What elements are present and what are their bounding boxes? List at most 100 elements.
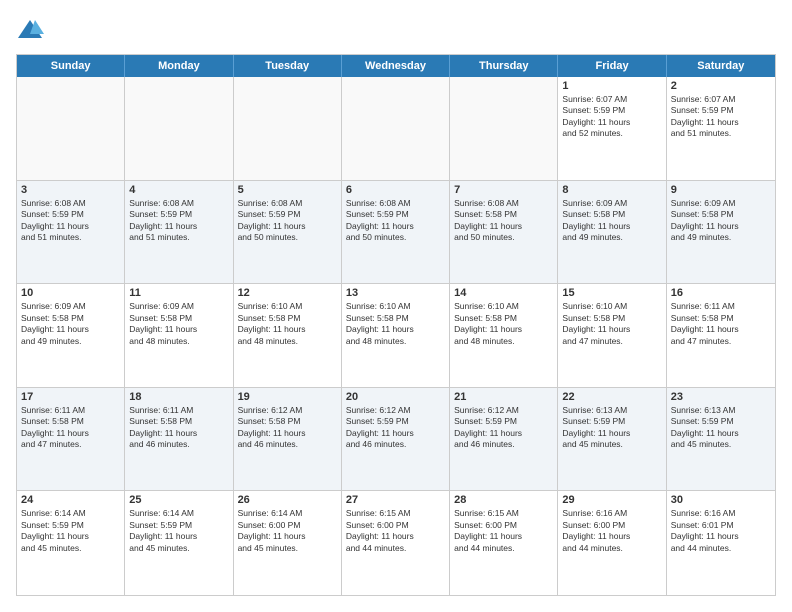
cell-info: Sunrise: 6:09 AMSunset: 5:58 PMDaylight:… bbox=[129, 301, 228, 347]
cell-info: Sunrise: 6:08 AMSunset: 5:58 PMDaylight:… bbox=[454, 198, 553, 244]
cell-date: 15 bbox=[562, 287, 661, 299]
calendar-cell: 6 Sunrise: 6:08 AMSunset: 5:59 PMDaylight… bbox=[342, 181, 450, 284]
cell-date: 26 bbox=[238, 494, 337, 506]
cell-date: 9 bbox=[671, 184, 771, 196]
cell-date: 17 bbox=[21, 391, 120, 403]
calendar-cell: 10 Sunrise: 6:09 AMSunset: 5:58 PMDayligh… bbox=[17, 284, 125, 387]
calendar-cell: 2Sunrise: 6:07 AMSunset: 5:59 PMDaylight… bbox=[667, 77, 775, 180]
cell-info: Sunrise: 6:16 AMSunset: 6:00 PMDaylight:… bbox=[562, 508, 661, 554]
cell-info: Sunrise: 6:09 AMSunset: 5:58 PMDaylight:… bbox=[562, 198, 661, 244]
day-header-tuesday: Tuesday bbox=[234, 55, 342, 77]
calendar-row: 24Sunrise: 6:14 AMSunset: 5:59 PMDayligh… bbox=[17, 491, 775, 595]
calendar-cell: 23Sunrise: 6:13 AMSunset: 5:59 PMDayligh… bbox=[667, 388, 775, 491]
cell-date: 2 bbox=[671, 80, 771, 92]
calendar-cell: 5 Sunrise: 6:08 AMSunset: 5:59 PMDaylight… bbox=[234, 181, 342, 284]
cell-info: Sunrise: 6:15 AMSunset: 6:00 PMDaylight:… bbox=[346, 508, 445, 554]
calendar-cell bbox=[450, 77, 558, 180]
calendar-body: 1 Sunrise: 6:07 AMSunset: 5:59 PMDaylight… bbox=[17, 77, 775, 595]
cell-date: 28 bbox=[454, 494, 553, 506]
cell-date: 16 bbox=[671, 287, 771, 299]
cell-date: 3 bbox=[21, 184, 120, 196]
cell-info: Sunrise: 6:08 AMSunset: 5:59 PMDaylight:… bbox=[129, 198, 228, 244]
logo-icon bbox=[16, 16, 44, 44]
calendar-row: 17 Sunrise: 6:11 AMSunset: 5:58 PMDayligh… bbox=[17, 388, 775, 492]
cell-info: Sunrise: 6:11 AMSunset: 5:58 PMDaylight:… bbox=[21, 405, 120, 451]
cell-date: 21 bbox=[454, 391, 553, 403]
calendar-cell: 28 Sunrise: 6:15 AMSunset: 6:00 PMDayligh… bbox=[450, 491, 558, 595]
calendar-cell: 1 Sunrise: 6:07 AMSunset: 5:59 PMDaylight… bbox=[558, 77, 666, 180]
calendar-cell: 9 Sunrise: 6:09 AMSunset: 5:58 PMDaylight… bbox=[667, 181, 775, 284]
cell-info: Sunrise: 6:10 AMSunset: 5:58 PMDaylight:… bbox=[454, 301, 553, 347]
cell-info: Sunrise: 6:10 AMSunset: 5:58 PMDaylight:… bbox=[238, 301, 337, 347]
cell-date: 5 bbox=[238, 184, 337, 196]
cell-info: Sunrise: 6:12 AMSunset: 5:59 PMDaylight:… bbox=[346, 405, 445, 451]
calendar-cell: 27 Sunrise: 6:15 AMSunset: 6:00 PMDayligh… bbox=[342, 491, 450, 595]
cell-info: Sunrise: 6:14 AMSunset: 5:59 PMDaylight:… bbox=[129, 508, 228, 554]
calendar-cell: 8 Sunrise: 6:09 AMSunset: 5:58 PMDaylight… bbox=[558, 181, 666, 284]
calendar-cell: 22 Sunrise: 6:13 AMSunset: 5:59 PMDayligh… bbox=[558, 388, 666, 491]
calendar-cell: 24Sunrise: 6:14 AMSunset: 5:59 PMDayligh… bbox=[17, 491, 125, 595]
calendar-row: 1 Sunrise: 6:07 AMSunset: 5:59 PMDaylight… bbox=[17, 77, 775, 181]
cell-date: 19 bbox=[238, 391, 337, 403]
calendar-cell bbox=[17, 77, 125, 180]
calendar-row: 10 Sunrise: 6:09 AMSunset: 5:58 PMDayligh… bbox=[17, 284, 775, 388]
cell-info: Sunrise: 6:09 AMSunset: 5:58 PMDaylight:… bbox=[21, 301, 120, 347]
day-header-friday: Friday bbox=[558, 55, 666, 77]
calendar-cell: 25 Sunrise: 6:14 AMSunset: 5:59 PMDayligh… bbox=[125, 491, 233, 595]
cell-info: Sunrise: 6:08 AMSunset: 5:59 PMDaylight:… bbox=[238, 198, 337, 244]
cell-date: 25 bbox=[129, 494, 228, 506]
cell-date: 27 bbox=[346, 494, 445, 506]
cell-date: 12 bbox=[238, 287, 337, 299]
calendar-cell bbox=[125, 77, 233, 180]
cell-date: 8 bbox=[562, 184, 661, 196]
calendar-cell: 18 Sunrise: 6:11 AMSunset: 5:58 PMDayligh… bbox=[125, 388, 233, 491]
cell-info: Sunrise: 6:12 AMSunset: 5:58 PMDaylight:… bbox=[238, 405, 337, 451]
calendar-cell: 29 Sunrise: 6:16 AMSunset: 6:00 PMDayligh… bbox=[558, 491, 666, 595]
calendar-row: 3 Sunrise: 6:08 AMSunset: 5:59 PMDaylight… bbox=[17, 181, 775, 285]
calendar-cell: 4 Sunrise: 6:08 AMSunset: 5:59 PMDaylight… bbox=[125, 181, 233, 284]
calendar-cell: 12 Sunrise: 6:10 AMSunset: 5:58 PMDayligh… bbox=[234, 284, 342, 387]
header bbox=[16, 16, 776, 44]
cell-date: 4 bbox=[129, 184, 228, 196]
cell-info: Sunrise: 6:11 AMSunset: 5:58 PMDaylight:… bbox=[671, 301, 771, 347]
calendar-header: SundayMondayTuesdayWednesdayThursdayFrid… bbox=[17, 55, 775, 77]
cell-date: 30 bbox=[671, 494, 771, 506]
cell-info: Sunrise: 6:08 AMSunset: 5:59 PMDaylight:… bbox=[346, 198, 445, 244]
day-header-thursday: Thursday bbox=[450, 55, 558, 77]
cell-info: Sunrise: 6:14 AMSunset: 5:59 PMDaylight:… bbox=[21, 508, 120, 554]
cell-info: Sunrise: 6:11 AMSunset: 5:58 PMDaylight:… bbox=[129, 405, 228, 451]
cell-info: Sunrise: 6:15 AMSunset: 6:00 PMDaylight:… bbox=[454, 508, 553, 554]
calendar-cell: 13Sunrise: 6:10 AMSunset: 5:58 PMDayligh… bbox=[342, 284, 450, 387]
cell-date: 20 bbox=[346, 391, 445, 403]
cell-info: Sunrise: 6:09 AMSunset: 5:58 PMDaylight:… bbox=[671, 198, 771, 244]
calendar-cell: 11 Sunrise: 6:09 AMSunset: 5:58 PMDayligh… bbox=[125, 284, 233, 387]
cell-date: 18 bbox=[129, 391, 228, 403]
cell-date: 1 bbox=[562, 80, 661, 92]
cell-date: 11 bbox=[129, 287, 228, 299]
cell-date: 7 bbox=[454, 184, 553, 196]
logo bbox=[16, 16, 48, 44]
cell-date: 29 bbox=[562, 494, 661, 506]
day-header-sunday: Sunday bbox=[17, 55, 125, 77]
cell-info: Sunrise: 6:12 AMSunset: 5:59 PMDaylight:… bbox=[454, 405, 553, 451]
cell-info: Sunrise: 6:10 AMSunset: 5:58 PMDaylight:… bbox=[562, 301, 661, 347]
calendar-cell bbox=[234, 77, 342, 180]
calendar-cell: 7 Sunrise: 6:08 AMSunset: 5:58 PMDaylight… bbox=[450, 181, 558, 284]
cell-date: 6 bbox=[346, 184, 445, 196]
calendar-cell: 21 Sunrise: 6:12 AMSunset: 5:59 PMDayligh… bbox=[450, 388, 558, 491]
day-header-wednesday: Wednesday bbox=[342, 55, 450, 77]
cell-date: 14 bbox=[454, 287, 553, 299]
page: SundayMondayTuesdayWednesdayThursdayFrid… bbox=[0, 0, 792, 612]
cell-info: Sunrise: 6:08 AMSunset: 5:59 PMDaylight:… bbox=[21, 198, 120, 244]
cell-info: Sunrise: 6:14 AMSunset: 6:00 PMDaylight:… bbox=[238, 508, 337, 554]
cell-info: Sunrise: 6:13 AMSunset: 5:59 PMDaylight:… bbox=[562, 405, 661, 451]
cell-date: 22 bbox=[562, 391, 661, 403]
day-header-monday: Monday bbox=[125, 55, 233, 77]
day-header-saturday: Saturday bbox=[667, 55, 775, 77]
calendar-cell: 16 Sunrise: 6:11 AMSunset: 5:58 PMDayligh… bbox=[667, 284, 775, 387]
cell-info: Sunrise: 6:13 AMSunset: 5:59 PMDaylight:… bbox=[671, 405, 771, 451]
cell-info: Sunrise: 6:07 AMSunset: 5:59 PMDaylight:… bbox=[562, 94, 661, 140]
cell-date: 10 bbox=[21, 287, 120, 299]
calendar-cell: 30Sunrise: 6:16 AMSunset: 6:01 PMDayligh… bbox=[667, 491, 775, 595]
cell-date: 13 bbox=[346, 287, 445, 299]
